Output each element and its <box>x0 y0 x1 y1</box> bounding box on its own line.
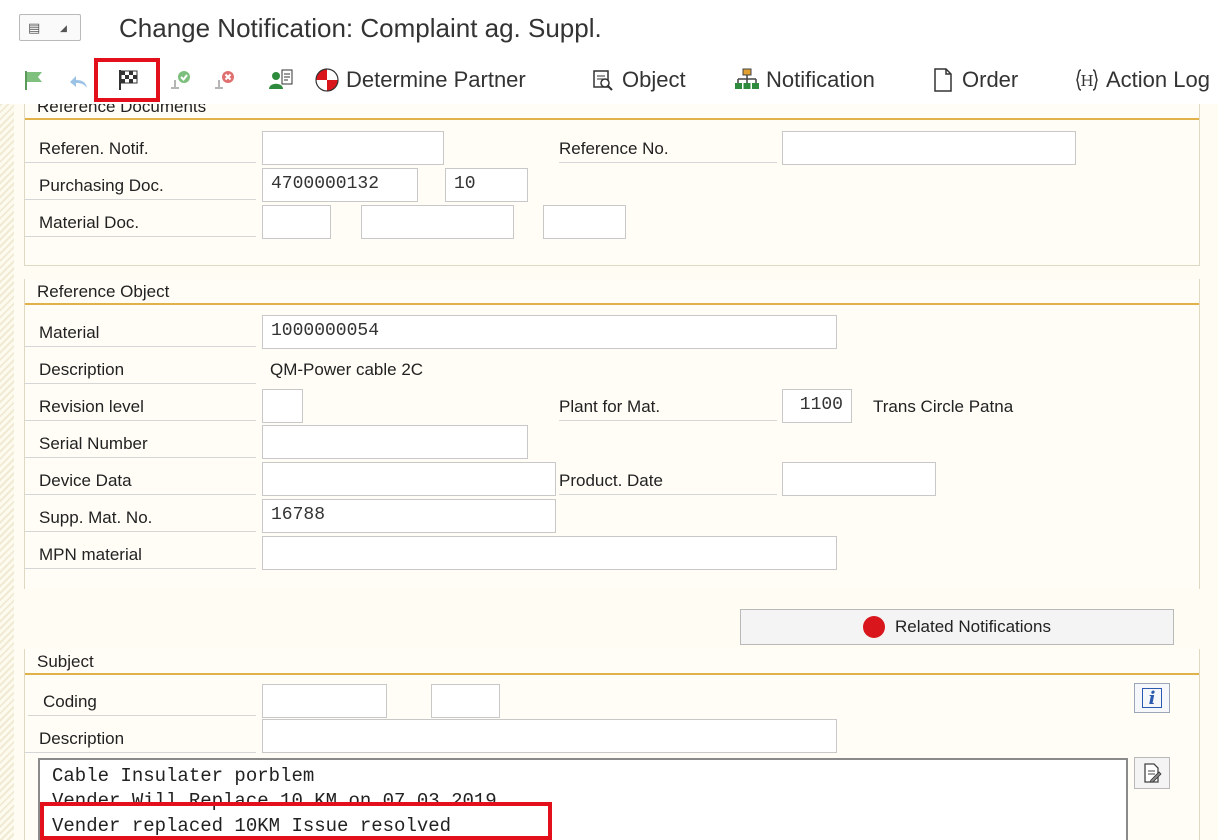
plant-name-text: Trans Circle Patna <box>873 397 1014 416</box>
subject-description-field[interactable] <box>262 719 837 753</box>
application-toolbar: Determine Partner Object Notification Or… <box>0 58 1218 104</box>
purchasing-doc-label: Purchasing Doc. <box>24 170 256 200</box>
postpone-icon[interactable] <box>210 66 240 94</box>
red-status-icon <box>863 616 886 638</box>
action-log-label: Action Log <box>1106 67 1210 92</box>
purchasing-doc-item-field[interactable]: 10 <box>445 168 528 202</box>
order-icon <box>930 67 956 93</box>
referen-notif-field[interactable] <box>262 131 444 165</box>
info-button[interactable]: i <box>1134 683 1170 713</box>
revision-level-label: Revision level <box>24 391 256 421</box>
menu-icon: ▤ <box>28 20 41 35</box>
subject-title: Subject <box>25 649 1199 675</box>
notification-icon <box>734 67 760 93</box>
plant-field[interactable]: 1100 <box>782 389 852 423</box>
edit-document-icon <box>1144 763 1162 783</box>
coding-code-field[interactable] <box>431 684 500 718</box>
determine-partner-label: Determine Partner <box>346 67 526 92</box>
object-icon <box>590 67 616 93</box>
material-doc-item-field[interactable] <box>543 205 626 239</box>
product-date-label: Product. Date <box>559 465 777 495</box>
material-doc-field[interactable] <box>361 205 514 239</box>
serial-number-label: Serial Number <box>24 428 256 458</box>
reference-no-label: Reference No. <box>559 133 777 163</box>
info-icon: i <box>1142 688 1162 709</box>
reference-no-field[interactable] <box>782 131 1076 165</box>
undo-icon[interactable] <box>64 66 92 94</box>
svg-text:H: H <box>1080 72 1093 90</box>
object-label: Object <box>622 67 686 92</box>
determine-partner-icon <box>314 67 340 93</box>
revision-level-field[interactable] <box>262 389 303 423</box>
mpn-material-label: MPN material <box>24 539 256 569</box>
order-button[interactable]: Order <box>930 66 1018 94</box>
highlight-box-toolbar <box>94 58 160 102</box>
mpn-material-field[interactable] <box>262 536 837 570</box>
notification-label: Notification <box>766 67 875 92</box>
subject-description-label: Description <box>24 723 256 753</box>
menu-button[interactable]: ▤ ◢ <box>19 14 81 41</box>
material-field[interactable]: 1000000054 <box>262 315 837 349</box>
related-notifications-label: Related Notifications <box>895 617 1051 636</box>
plant-label: Plant for Mat. <box>559 391 777 421</box>
material-doc-label: Material Doc. <box>24 207 256 237</box>
product-date-field[interactable] <box>782 462 936 496</box>
order-label: Order <box>962 67 1019 92</box>
material-doc-year-field[interactable] <box>262 205 331 239</box>
person-transfer-icon[interactable] <box>266 66 296 94</box>
coding-label: Coding <box>28 686 256 716</box>
notification-button[interactable]: Notification <box>734 66 875 94</box>
dropdown-arrow-icon: ◢ <box>60 23 67 33</box>
supp-mat-no-label: Supp. Mat. No. <box>24 502 256 532</box>
referen-notif-label: Referen. Notif. <box>24 133 256 163</box>
flag-icon[interactable] <box>20 66 48 94</box>
reference-documents-title: Reference Documents <box>25 104 1199 120</box>
work-area: Reference Documents Referen. Notif. Refe… <box>0 104 1218 840</box>
serial-number-field[interactable] <box>262 425 528 459</box>
description-label: Description <box>24 354 256 384</box>
coding-group-field[interactable] <box>262 684 387 718</box>
long-text-line: Cable Insulater porblem <box>52 765 315 787</box>
related-notifications-button[interactable]: Related Notifications <box>740 609 1174 645</box>
object-button[interactable]: Object <box>590 66 686 94</box>
device-data-field[interactable] <box>262 462 556 496</box>
page-title: Change Notification: Complaint ag. Suppl… <box>119 13 602 43</box>
device-data-label: Device Data <box>24 465 256 495</box>
material-description-text: QM-Power cable 2C <box>270 360 424 379</box>
reference-object-title: Reference Object <box>25 279 1199 305</box>
material-label: Material <box>24 317 256 347</box>
supp-mat-no-field[interactable]: 16788 <box>262 499 556 533</box>
title-bar: ▤ ◢ Change Notification: Complaint ag. S… <box>0 0 1218 58</box>
action-log-icon: H <box>1074 67 1100 93</box>
highlight-box-long-text <box>40 802 552 840</box>
put-in-process-icon[interactable] <box>166 66 196 94</box>
edit-long-text-button[interactable] <box>1134 757 1170 789</box>
action-log-button[interactable]: H Action Log <box>1074 66 1210 94</box>
left-hatch-border <box>0 104 14 840</box>
determine-partner-button[interactable]: Determine Partner <box>314 66 526 94</box>
purchasing-doc-field[interactable]: 4700000132 <box>262 168 418 202</box>
